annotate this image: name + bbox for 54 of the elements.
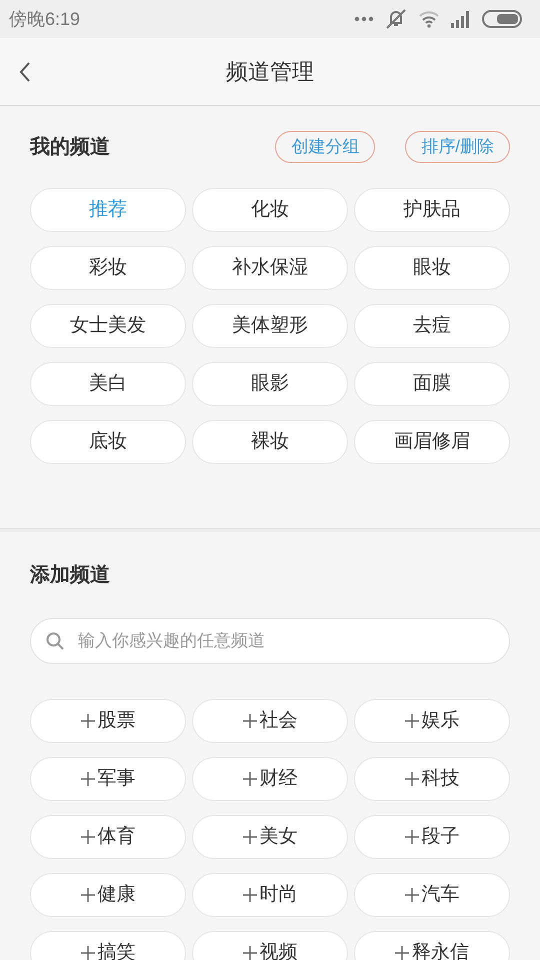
search-field[interactable]: 输入你感兴趣的任意频道: [30, 618, 510, 664]
plus-icon: [242, 830, 256, 844]
add-channel-chip[interactable]: 段子: [354, 815, 510, 859]
channel-chip[interactable]: 女士美发: [30, 304, 186, 348]
back-icon: [19, 61, 31, 83]
plus-icon: [80, 888, 94, 902]
add-channel-chip[interactable]: 股票: [30, 699, 186, 743]
search-icon: [46, 632, 64, 650]
add-channel-chip[interactable]: 释永信: [354, 931, 510, 960]
channel-chip[interactable]: 美白: [30, 362, 186, 406]
add-channel-chip[interactable]: 体育: [30, 815, 186, 859]
channel-chip[interactable]: 彩妆: [30, 246, 186, 290]
channel-chip[interactable]: 眼影: [192, 362, 348, 406]
add-channel-chip[interactable]: 健康: [30, 873, 186, 917]
plus-icon: [242, 772, 256, 786]
add-channel-chip[interactable]: 汽车: [354, 873, 510, 917]
channel-chip[interactable]: 去痘: [354, 304, 510, 348]
status-time: 傍晚6:19: [9, 8, 80, 30]
more-icon: [354, 16, 374, 22]
channel-chip[interactable]: 面膜: [354, 362, 510, 406]
page-title: 频道管理: [226, 58, 314, 86]
plus-icon: [404, 830, 418, 844]
plus-icon: [404, 888, 418, 902]
channel-chip[interactable]: 画眉修眉: [354, 420, 510, 464]
section-title: 我的频道: [30, 135, 110, 160]
add-channel-chip[interactable]: 财经: [192, 757, 348, 801]
section-title: 添加频道: [30, 563, 110, 588]
plus-icon: [242, 946, 256, 960]
plus-icon: [80, 714, 94, 728]
muted-bell-icon: [384, 8, 408, 30]
plus-icon: [80, 772, 94, 786]
channel-chip[interactable]: 裸妆: [192, 420, 348, 464]
channel-chip[interactable]: 化妆: [192, 188, 348, 232]
channel-chip[interactable]: 眼妆: [354, 246, 510, 290]
plus-icon: [80, 946, 94, 960]
plus-icon: [80, 830, 94, 844]
plus-icon: [242, 888, 256, 902]
plus-icon: [404, 772, 418, 786]
plus-icon: [242, 714, 256, 728]
channel-chip[interactable]: 补水保湿: [192, 246, 348, 290]
add-channel-chip[interactable]: 时尚: [192, 873, 348, 917]
plus-icon: [404, 714, 418, 728]
wifi-icon: [418, 10, 440, 28]
channel-chip[interactable]: 护肤品: [354, 188, 510, 232]
add-channel-chip[interactable]: 娱乐: [354, 699, 510, 743]
add-channel-chip[interactable]: 军事: [30, 757, 186, 801]
channel-chip[interactable]: 底妆: [30, 420, 186, 464]
add-channel-chip[interactable]: 科技: [354, 757, 510, 801]
signal-icon: [450, 10, 472, 28]
channel-chip[interactable]: 美体塑形: [192, 304, 348, 348]
add-channel-chip[interactable]: 美女: [192, 815, 348, 859]
battery-icon: [482, 10, 522, 28]
plus-icon: [395, 946, 409, 960]
add-channel-chip[interactable]: 社会: [192, 699, 348, 743]
